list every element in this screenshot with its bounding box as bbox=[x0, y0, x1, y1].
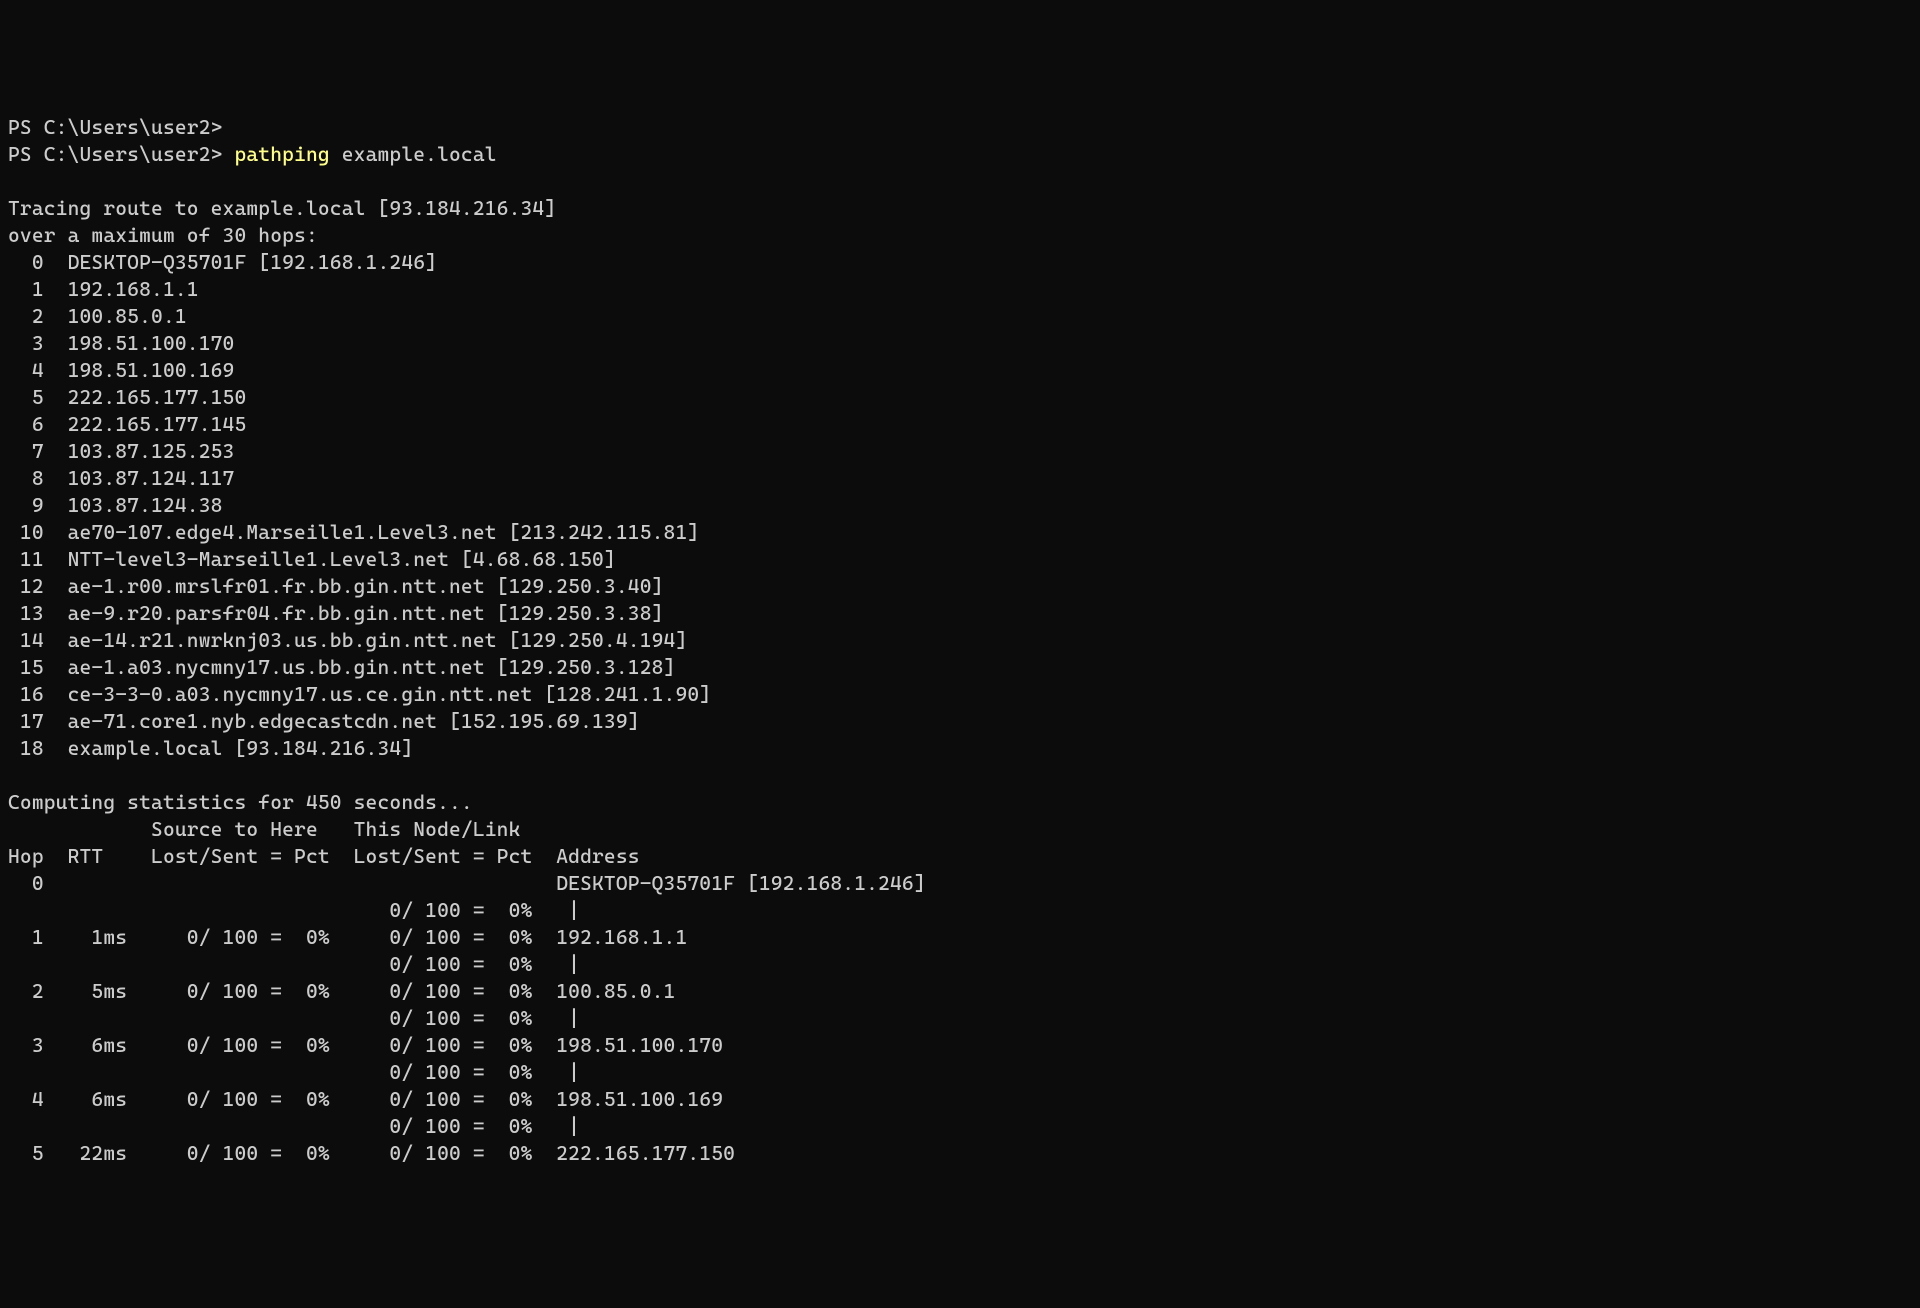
tracing-line: Tracing route to example.local [93.184.2… bbox=[8, 196, 556, 220]
command-arg: example.local bbox=[342, 142, 497, 166]
prompt-command: PS C:\Users\user2> pathping example.loca… bbox=[8, 141, 1912, 168]
computing-line: Computing statistics for 450 seconds... bbox=[8, 790, 473, 814]
stats-list: 0 DESKTOP-Q35701F [192.168.1.246] 0/ 100… bbox=[8, 870, 1912, 1167]
command-name: pathping bbox=[234, 142, 329, 166]
terminal-output[interactable]: PS C:\Users\user2>PS C:\Users\user2> pat… bbox=[8, 114, 1912, 1167]
hops-line: over a maximum of 30 hops: bbox=[8, 223, 318, 247]
prompt-empty: PS C:\Users\user2> bbox=[8, 114, 1912, 141]
stats-header-2: Hop RTT Lost/Sent = Pct Lost/Sent = Pct … bbox=[8, 844, 640, 868]
route-list: 0 DESKTOP-Q35701F [192.168.1.246] 1 192.… bbox=[8, 249, 1912, 762]
stats-header-1: Source to Here This Node/Link bbox=[8, 817, 521, 841]
